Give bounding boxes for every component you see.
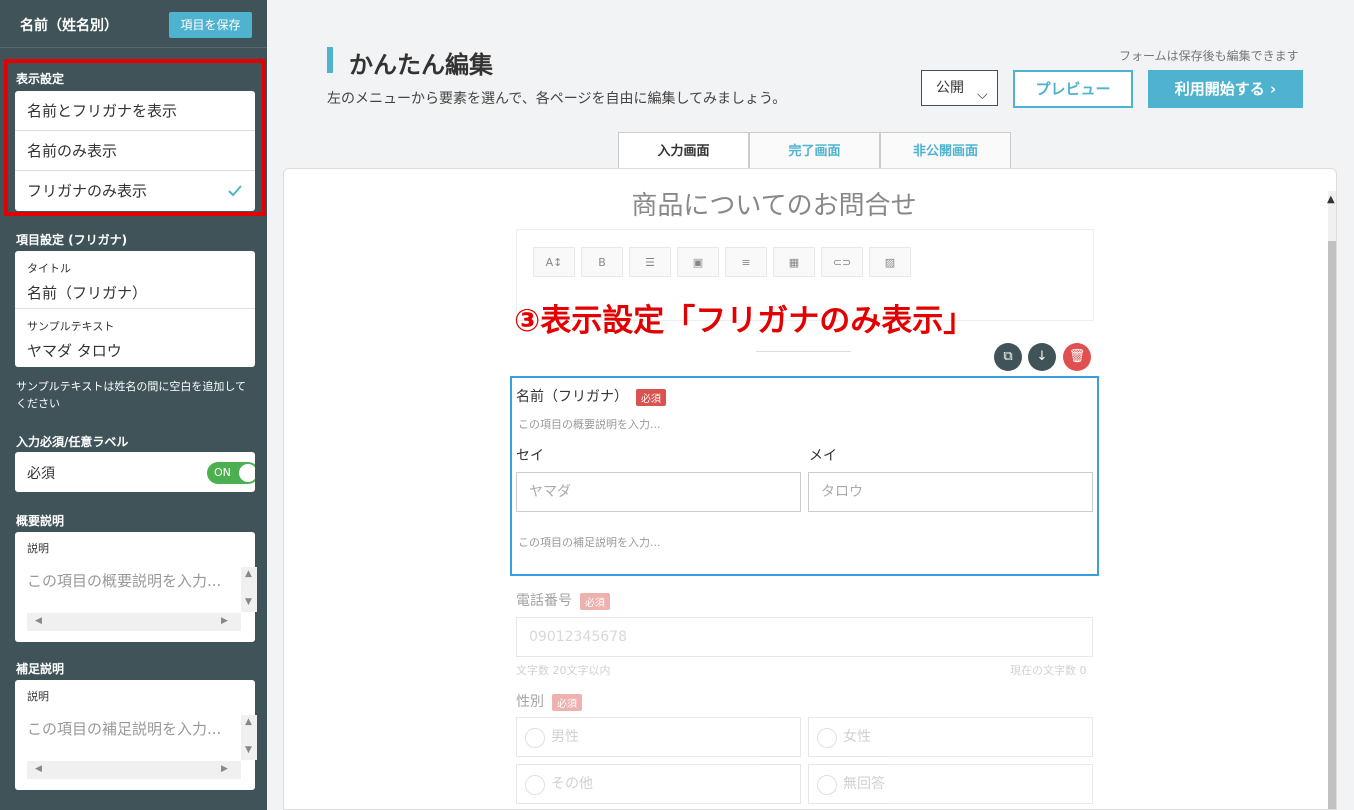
scroll-right-icon[interactable]: ▶: [221, 616, 228, 626]
preview-button[interactable]: プレビュー: [1013, 70, 1133, 108]
title-field-value: 名前（フリガナ）: [27, 284, 148, 302]
tab-input[interactable]: 入力画面: [618, 132, 749, 170]
field-label: 名前（フリガナ）: [516, 389, 628, 405]
supplement-field-label: 説明: [27, 690, 49, 703]
scroll-down-icon[interactable]: ▼: [245, 597, 252, 607]
item-settings-label: 項目設定 (フリガナ): [16, 233, 128, 247]
sidebar-header: 名前（姓名別） 項目を保存: [0, 0, 267, 48]
vertical-scrollbar[interactable]: ▲ ▼: [241, 715, 257, 760]
sidebar-title: 名前（姓名別）: [20, 18, 118, 34]
page-subtitle: 左のメニューから要素を選んで、各ページを自由に編集してみましょう。: [327, 91, 787, 107]
bold-icon[interactable]: B: [581, 247, 623, 277]
field-label: 性別: [516, 694, 544, 710]
link-icon[interactable]: ⊂⊃: [821, 247, 863, 277]
field-label: 電話番号: [516, 593, 572, 609]
summary-field-label: 説明: [27, 542, 49, 555]
table-icon[interactable]: ▦: [773, 247, 815, 277]
sei-input[interactable]: ヤマダ: [516, 472, 801, 512]
text-color-icon[interactable]: ▣: [677, 247, 719, 277]
form-canvas: 商品についてのお問合せ A↕ B ☰ ▣ ≡ ▦ ⊂⊃ ▨ ③表示設定「フリガナ…: [283, 168, 1337, 810]
sample-text-field[interactable]: サンプルテキスト ヤマダ タロウ: [15, 309, 255, 367]
sei-label: セイ: [516, 448, 544, 464]
tab-complete[interactable]: 完了画面: [749, 132, 880, 169]
scroll-thumb[interactable]: [1328, 241, 1336, 809]
required-badge: 必須: [636, 388, 666, 406]
radio-other[interactable]: その他: [516, 764, 801, 804]
list-icon[interactable]: ☰: [629, 247, 671, 277]
phone-count-note: 現在の文字数 0: [1010, 664, 1087, 677]
sample-text-value: ヤマダ タロウ: [27, 342, 122, 360]
required-badge: 必須: [552, 693, 582, 711]
scroll-down-icon[interactable]: ▼: [245, 745, 252, 755]
title-field-label: タイトル: [27, 262, 71, 275]
align-icon[interactable]: ≡: [725, 247, 767, 277]
summary-hint: この項目の概要説明を入力...: [518, 418, 661, 431]
sample-text-label: サンプルテキスト: [27, 320, 115, 333]
start-button[interactable]: 利用開始する ›: [1148, 70, 1303, 108]
required-value: 必須: [27, 466, 55, 482]
divider: [756, 351, 851, 352]
furigana-field-title: 名前（フリガナ） 必須: [516, 386, 666, 406]
move-down-icon[interactable]: ↓: [1028, 343, 1056, 371]
supplement-textarea[interactable]: 説明 この項目の補足説明を入力... ▲ ▼ ◀ ▶: [15, 680, 257, 790]
copy-icon[interactable]: ⧉: [994, 343, 1022, 371]
phone-label: 電話番号 必須: [516, 590, 610, 610]
annotation-text: ③表示設定「フリガナのみ表示」: [514, 303, 975, 339]
delete-icon[interactable]: 🗑: [1063, 343, 1091, 371]
summary-label: 概要説明: [16, 514, 65, 528]
required-card: 必須 ON: [15, 452, 255, 492]
toggle-text: ON: [214, 466, 231, 479]
tab-private[interactable]: 非公開画面: [880, 132, 1011, 169]
scroll-left-icon[interactable]: ◀: [35, 616, 42, 626]
saved-note: フォームは保存後も編集できます: [1119, 49, 1299, 63]
item-settings-card: タイトル 名前（フリガナ） サンプルテキスト ヤマダ タロウ: [15, 251, 255, 367]
page-title: かんたん編集: [327, 45, 493, 80]
phone-input[interactable]: 09012345678: [516, 617, 1093, 657]
radio-male[interactable]: 男性: [516, 717, 801, 757]
phone-limit-note: 文字数 20文字以内: [516, 664, 611, 677]
mei-label: メイ: [809, 448, 837, 464]
supplement-label: 補足説明: [16, 662, 65, 676]
form-title: 商品についてのお問合せ: [631, 191, 917, 221]
chevron-down-icon: ⌵: [977, 87, 988, 103]
title-field[interactable]: タイトル 名前（フリガナ）: [15, 251, 255, 309]
scroll-right-icon[interactable]: ▶: [221, 764, 228, 774]
horizontal-scrollbar[interactable]: ◀ ▶: [27, 613, 241, 631]
publish-select[interactable]: 公開 ⌵: [921, 70, 998, 106]
supplement-hint: この項目の補足説明を入力...: [518, 536, 661, 549]
required-label-heading: 入力必須/任意ラベル: [16, 435, 129, 449]
vertical-scrollbar[interactable]: ▲ ▼: [241, 567, 257, 612]
main-area: かんたん編集 左のメニューから要素を選んで、各ページを自由に編集してみましょう。…: [267, 0, 1354, 810]
supplement-placeholder: この項目の補足説明を入力...: [27, 720, 222, 738]
publish-select-value: 公開: [936, 80, 964, 96]
scroll-up-icon[interactable]: ▲: [245, 717, 252, 727]
sidebar: 名前（姓名別） 項目を保存 表示設定 名前とフリガナを表示 名前のみ表示 フリガ…: [0, 0, 267, 810]
summary-textarea[interactable]: 説明 この項目の概要説明を入力... ▲ ▼ ◀ ▶: [15, 532, 257, 642]
required-toggle[interactable]: ON: [207, 462, 255, 484]
mei-input[interactable]: タロウ: [808, 472, 1093, 512]
summary-placeholder: この項目の概要説明を入力...: [27, 572, 222, 590]
toggle-knob: [239, 464, 255, 482]
canvas-scrollbar[interactable]: [1328, 191, 1336, 809]
save-item-button[interactable]: 項目を保存: [169, 12, 252, 38]
required-badge: 必須: [580, 592, 610, 610]
radio-no-answer[interactable]: 無回答: [808, 764, 1093, 804]
sample-text-note: サンプルテキストは姓名の間に空白を追加してください: [16, 380, 247, 410]
scroll-up-icon[interactable]: ▲: [245, 569, 252, 579]
horizontal-scrollbar[interactable]: ◀ ▶: [27, 761, 241, 779]
image-icon[interactable]: ▨: [869, 247, 911, 277]
radio-female[interactable]: 女性: [808, 717, 1093, 757]
selected-field-block[interactable]: 名前（フリガナ） 必須 この項目の概要説明を入力... セイ メイ ヤマダ タロウ…: [510, 376, 1099, 576]
gender-label: 性別 必須: [516, 691, 582, 711]
highlight-box: [4, 59, 266, 216]
font-size-icon[interactable]: A↕: [533, 247, 575, 277]
scroll-left-icon[interactable]: ◀: [35, 764, 42, 774]
scroll-up-icon[interactable]: ▲: [1327, 194, 1335, 205]
